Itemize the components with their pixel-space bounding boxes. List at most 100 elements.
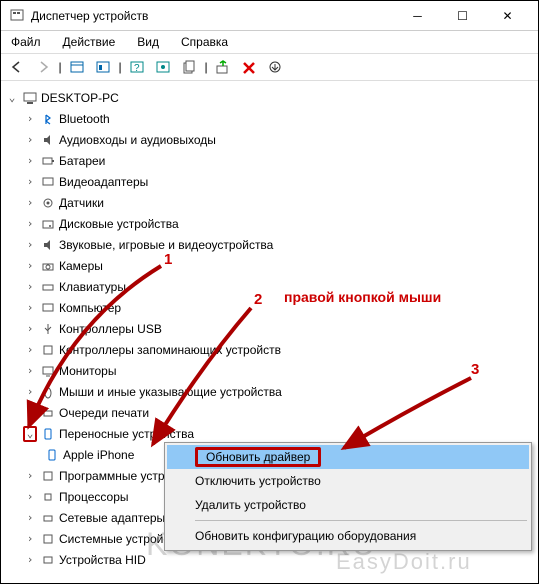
window-title: Диспетчер устройств — [31, 9, 395, 23]
usb-icon — [40, 321, 56, 337]
item-label: Мыши и иные указывающие устройства — [59, 385, 282, 399]
expand-icon[interactable]: › — [23, 364, 37, 377]
expand-icon[interactable]: › — [23, 154, 37, 167]
tb-icon-2[interactable] — [91, 56, 115, 78]
menu-help[interactable]: Справка — [177, 33, 232, 51]
expand-icon[interactable]: › — [23, 385, 37, 398]
battery-icon — [40, 153, 56, 169]
app-icon — [9, 8, 25, 24]
ctx-scan[interactable]: Обновить конфигурацию оборудования — [167, 524, 529, 548]
expand-icon[interactable]: › — [23, 175, 37, 188]
tree-item[interactable]: › Контроллеры запоминающих устройств — [5, 339, 534, 360]
audio-icon — [40, 132, 56, 148]
titlebar: Диспетчер устройств ─ ☐ ✕ — [1, 1, 538, 31]
collapse-icon[interactable]: ⌄ — [5, 91, 19, 104]
item-label: Дисковые устройства — [59, 217, 179, 231]
item-label: Батареи — [59, 154, 105, 168]
mouse-icon — [40, 384, 56, 400]
expand-icon[interactable]: › — [23, 406, 37, 419]
item-label: Устройства HID — [59, 553, 146, 567]
maximize-button[interactable]: ☐ — [440, 2, 485, 30]
tree-root[interactable]: ⌄ DESKTOP-PC — [5, 87, 534, 108]
expand-icon[interactable]: › — [23, 490, 37, 503]
tree-item[interactable]: ›Очереди печати — [5, 402, 534, 423]
expand-icon[interactable]: › — [23, 217, 37, 230]
item-label: Контроллеры запоминающих устройств — [59, 343, 281, 357]
expand-icon[interactable]: › — [23, 343, 37, 356]
update-icon[interactable] — [263, 56, 287, 78]
tree-item[interactable]: › Мониторы — [5, 360, 534, 381]
item-label: Звуковые, игровые и видеоустройства — [59, 238, 273, 252]
network-icon — [40, 510, 56, 526]
minimize-button[interactable]: ─ — [395, 2, 440, 30]
tree-item[interactable]: ›Датчики — [5, 192, 534, 213]
uninstall-icon[interactable] — [237, 56, 261, 78]
device-icon — [44, 447, 60, 463]
menu-view[interactable]: Вид — [133, 33, 163, 51]
item-label: Аудиовходы и аудиовыходы — [59, 133, 216, 147]
window-controls: ─ ☐ ✕ — [395, 2, 530, 30]
tree-item-portable[interactable]: ⌄ Переносные устройства — [5, 423, 534, 444]
ctx-uninstall[interactable]: Удалить устройство — [167, 493, 529, 517]
expand-icon[interactable]: › — [23, 322, 37, 335]
expand-icon[interactable]: › — [23, 238, 37, 251]
monitor-icon — [40, 363, 56, 379]
expand-icon[interactable]: › — [23, 553, 37, 566]
tb-icon-1[interactable] — [65, 56, 89, 78]
disk-icon — [40, 216, 56, 232]
tree-item[interactable]: ›Компьютер — [5, 297, 534, 318]
tree-item[interactable]: › Звуковые, игровые и видеоустройства — [5, 234, 534, 255]
expand-icon[interactable]: › — [23, 469, 37, 482]
pc-icon — [40, 300, 56, 316]
item-label: Переносные устройства — [59, 427, 194, 441]
menubar: Файл Действие Вид Справка — [1, 31, 538, 53]
ctx-disable[interactable]: Отключить устройство — [167, 469, 529, 493]
tree-item[interactable]: › Дисковые устройства — [5, 213, 534, 234]
tree-item[interactable]: › Клавиатуры — [5, 276, 534, 297]
close-button[interactable]: ✕ — [485, 2, 530, 30]
tree-item[interactable]: ›Контроллеры USB — [5, 318, 534, 339]
item-label: Клавиатуры — [59, 280, 126, 294]
expand-icon[interactable]: › — [23, 301, 37, 314]
ctx-update-driver[interactable]: Обновить драйвер — [167, 445, 529, 469]
menu-file[interactable]: Файл — [7, 33, 45, 51]
tree-item[interactable]: › Мыши и иные указывающие устройства — [5, 381, 534, 402]
expand-icon[interactable]: › — [23, 259, 37, 272]
ctx-separator — [195, 520, 527, 521]
svg-text:?: ? — [134, 63, 140, 74]
tree-item[interactable]: › Bluetooth — [5, 108, 534, 129]
tree-item[interactable]: › Аудиовходы и аудиовыходы — [5, 129, 534, 150]
expand-icon[interactable]: › — [23, 511, 37, 524]
tree-item[interactable]: › Камеры — [5, 255, 534, 276]
expand-icon[interactable]: › — [23, 133, 37, 146]
item-label: Apple iPhone — [63, 448, 134, 462]
tree-item[interactable]: › Устройства HID — [5, 549, 534, 570]
help-icon[interactable]: ? — [125, 56, 149, 78]
expand-icon[interactable]: › — [23, 532, 37, 545]
expand-icon[interactable]: › — [23, 196, 37, 209]
tb-icon-5[interactable] — [177, 56, 201, 78]
item-label: Процессоры — [59, 490, 129, 504]
toolbar: | | ? | — [1, 53, 538, 81]
root-label: DESKTOP-PC — [41, 91, 119, 105]
tree-item[interactable]: › Батареи — [5, 150, 534, 171]
tb-icon-4[interactable] — [151, 56, 175, 78]
item-label: Сетевые адаптеры — [59, 511, 165, 525]
portable-icon — [40, 426, 56, 442]
scan-icon[interactable] — [211, 56, 235, 78]
camera-icon — [40, 258, 56, 274]
item-label: Bluetooth — [59, 112, 110, 126]
cpu-icon — [40, 489, 56, 505]
collapse-icon-highlighted[interactable]: ⌄ — [23, 426, 37, 442]
item-label: Камеры — [59, 259, 103, 273]
back-button[interactable] — [5, 56, 29, 78]
sound-icon — [40, 237, 56, 253]
item-label: Мониторы — [59, 364, 116, 378]
expand-icon[interactable]: › — [23, 280, 37, 293]
forward-button[interactable] — [31, 56, 55, 78]
menu-action[interactable]: Действие — [59, 33, 120, 51]
item-label: Видеоадаптеры — [59, 175, 148, 189]
tree-item[interactable]: › Видеоадаптеры — [5, 171, 534, 192]
computer-icon — [22, 90, 38, 106]
expand-icon[interactable]: › — [23, 112, 37, 125]
